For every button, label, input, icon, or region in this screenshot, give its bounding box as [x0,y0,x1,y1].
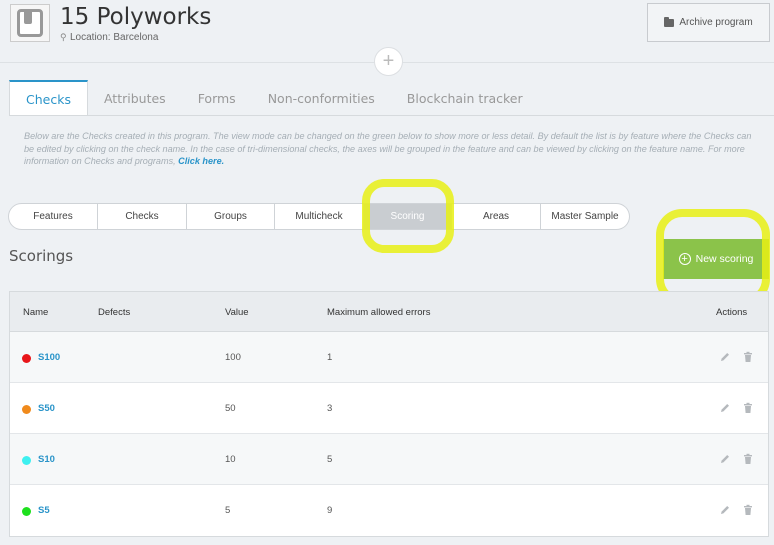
edit-icon[interactable] [719,504,731,516]
table-body: S100 100 1 S50 50 3 S10 10 5 S5 5 9 [10,332,768,536]
tab-non-conformities[interactable]: Non-conformities [252,80,391,116]
trash-icon[interactable] [742,504,754,516]
tab-blockchain-tracker[interactable]: Blockchain tracker [391,80,539,116]
archive-program-button[interactable]: Archive program [647,3,770,42]
scoring-max-errors: 1 [327,352,333,363]
header-name: Name [23,307,49,318]
section-title: Scorings [9,247,74,265]
trash-icon[interactable] [742,453,754,465]
header-max-errors: Maximum allowed errors [327,307,431,318]
scoring-name-link[interactable]: S5 [38,505,50,516]
scoring-name-link[interactable]: S100 [38,352,60,363]
scoring-value: 100 [225,352,241,363]
view-mode-selector: Features Checks Groups Multicheck Scorin… [8,203,630,230]
scoring-max-errors: 5 [327,454,333,465]
info-link[interactable]: Click here. [178,156,224,166]
view-areas[interactable]: Areas [452,203,541,230]
highlight-scoring [362,179,454,253]
header-defects: Defects [98,307,131,318]
tab-attributes[interactable]: Attributes [88,80,182,116]
scoring-name-link[interactable]: S50 [38,403,55,414]
view-groups[interactable]: Groups [187,203,275,230]
header-value: Value [225,307,249,318]
scoring-value: 5 [225,505,231,516]
add-button[interactable]: + [374,47,403,76]
table-row: S10 10 5 [10,434,768,485]
scoring-max-errors: 9 [327,505,333,516]
view-multicheck[interactable]: Multicheck [275,203,364,230]
table-row: S5 5 9 [10,485,768,536]
scoring-color-dot [22,507,31,516]
view-checks[interactable]: Checks [98,203,187,230]
edit-icon[interactable] [719,351,731,363]
edit-icon[interactable] [719,453,731,465]
tab-checks[interactable]: Checks [9,80,88,116]
view-master-sample[interactable]: Master Sample [541,203,630,230]
info-text: Below are the Checks created in this pro… [24,130,764,168]
scoring-color-dot [22,405,31,414]
page-title: 15 Polyworks [60,4,212,30]
location-pin-icon: ⚲ [60,32,67,42]
scorings-table: Name Defects Value Maximum allowed error… [9,291,769,537]
folder-icon [664,16,675,27]
table-header: Name Defects Value Maximum allowed error… [10,292,768,332]
scoring-max-errors: 3 [327,403,333,414]
scoring-value: 50 [225,403,236,414]
archive-label: Archive program [679,17,753,28]
scoring-color-dot [22,354,31,363]
scoring-value: 10 [225,454,236,465]
header-actions: Actions [716,307,748,318]
trash-icon[interactable] [742,351,754,363]
table-row: S50 50 3 [10,383,768,434]
scoring-name-link[interactable]: S10 [38,454,55,465]
location-text: Location: Barcelona [70,32,159,43]
view-features[interactable]: Features [8,203,98,230]
tabs-divider [9,115,774,116]
tab-forms[interactable]: Forms [182,80,252,116]
scoring-color-dot [22,456,31,465]
trash-icon[interactable] [742,402,754,414]
edit-icon[interactable] [719,402,731,414]
location-line: ⚲ Location: Barcelona [60,32,158,43]
info-body: Below are the Checks created in this pro… [24,131,752,166]
table-row: S100 100 1 [10,332,768,383]
program-logo [10,4,50,42]
main-tabs: Checks Attributes Forms Non-conformities… [9,80,539,116]
